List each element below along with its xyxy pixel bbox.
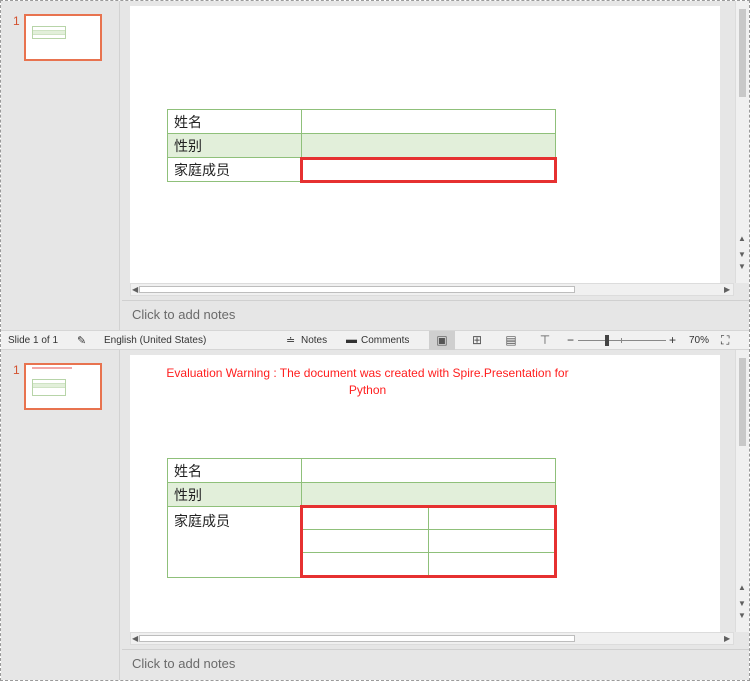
scroll-thumb[interactable] bbox=[139, 635, 575, 642]
scroll-thumb[interactable] bbox=[739, 9, 746, 97]
zoom-slider-handle[interactable] bbox=[605, 335, 609, 346]
table-row: 姓名 bbox=[167, 109, 556, 134]
bottom-editor-pane: 1 Evaluation Warning : The document was … bbox=[1, 350, 749, 680]
slide-editing-area: 姓名 性别 家庭成员 ▲ ▼ ▼ ◀ ▶ bbox=[122, 1, 749, 298]
notes-placeholder: Click to add notes bbox=[132, 307, 236, 322]
slide-counter: Slide 1 of 1 bbox=[8, 335, 59, 346]
top-editor-pane: 1 姓名 性别 家庭成员 ▲ ▼ ▼ ◀ ▶ Click to add note… bbox=[1, 1, 749, 330]
slide-thumbnail[interactable] bbox=[24, 363, 102, 410]
zoom-level[interactable]: 70% bbox=[689, 335, 709, 346]
table-cell-value[interactable] bbox=[301, 133, 556, 158]
scroll-down-icon[interactable]: ▼ bbox=[738, 612, 746, 620]
comments-button[interactable]: Comments bbox=[361, 335, 409, 346]
vertical-scrollbar[interactable]: ▲ ▼ ▼ bbox=[735, 1, 749, 283]
scroll-down-icon[interactable]: ▼ bbox=[738, 251, 746, 259]
table-cell-label[interactable]: 性别 bbox=[167, 482, 302, 507]
scroll-up-icon[interactable]: ▲ bbox=[738, 235, 746, 243]
thumbnail-table-preview bbox=[32, 379, 66, 396]
notes-icon[interactable]: ≐ bbox=[286, 334, 295, 347]
horizontal-scrollbar[interactable]: ◀ ▶ bbox=[130, 283, 734, 296]
scroll-left-icon[interactable]: ◀ bbox=[132, 633, 138, 644]
status-bar: Slide 1 of 1 ✎ English (United States) ≐… bbox=[1, 330, 749, 350]
slide-canvas[interactable]: Evaluation Warning : The document was cr… bbox=[130, 355, 720, 632]
slide-sorter-icon[interactable]: ⊞ bbox=[464, 331, 490, 350]
table-row: 性别 bbox=[167, 133, 556, 158]
notes-button[interactable]: Notes bbox=[301, 335, 327, 346]
table-cell-label[interactable]: 家庭成员 bbox=[167, 506, 302, 578]
horizontal-scrollbar[interactable]: ◀ ▶ bbox=[130, 632, 734, 645]
evaluation-warning: Evaluation Warning : The document was cr… bbox=[166, 366, 569, 397]
notes-pane[interactable]: Click to add notes bbox=[122, 649, 749, 677]
thumbnail-number: 1 bbox=[13, 14, 20, 28]
thumbnail-table-preview bbox=[32, 26, 66, 39]
scroll-right-icon[interactable]: ▶ bbox=[724, 284, 730, 295]
scroll-thumb[interactable] bbox=[739, 358, 746, 446]
scroll-right-icon[interactable]: ▶ bbox=[724, 633, 730, 644]
thumbnail-warning-preview bbox=[32, 367, 72, 369]
table-cell-label[interactable]: 姓名 bbox=[167, 458, 302, 483]
table-cell-label[interactable]: 家庭成员 bbox=[167, 157, 302, 182]
scroll-thumb[interactable] bbox=[139, 286, 575, 293]
zoom-slider-midmark bbox=[621, 338, 622, 343]
table-cell-value[interactable] bbox=[301, 482, 556, 507]
notes-pane[interactable]: Click to add notes bbox=[122, 300, 749, 328]
slide-editing-area: Evaluation Warning : The document was cr… bbox=[122, 350, 749, 647]
table-cell-value[interactable] bbox=[301, 109, 556, 134]
highlighted-cell-outline bbox=[300, 505, 557, 578]
scroll-up-icon[interactable]: ▲ bbox=[738, 584, 746, 592]
slide-thumbnail[interactable] bbox=[24, 14, 102, 61]
language-indicator[interactable]: English (United States) bbox=[104, 335, 206, 346]
table-cell-label[interactable]: 姓名 bbox=[167, 109, 302, 134]
spellcheck-icon[interactable]: ✎ bbox=[77, 334, 86, 347]
fit-to-window-icon[interactable]: ⛶ bbox=[721, 333, 729, 348]
thumbnail-number: 1 bbox=[13, 363, 20, 377]
normal-view-icon[interactable]: ▣ bbox=[429, 331, 455, 350]
table-row: 性别 bbox=[167, 482, 556, 507]
slide-thumbnail-panel: 1 bbox=[1, 350, 120, 680]
slide-canvas[interactable]: 姓名 性别 家庭成员 bbox=[130, 6, 720, 284]
scroll-down-icon[interactable]: ▼ bbox=[738, 263, 746, 271]
vertical-scrollbar[interactable]: ▲ ▼ ▼ bbox=[735, 350, 749, 632]
table-cell-label[interactable]: 性别 bbox=[167, 133, 302, 158]
notes-placeholder: Click to add notes bbox=[132, 656, 236, 671]
table-cell-value[interactable] bbox=[301, 458, 556, 483]
zoom-out-button[interactable]: − bbox=[567, 333, 574, 347]
scroll-left-icon[interactable]: ◀ bbox=[132, 284, 138, 295]
slide-thumbnail-panel: 1 bbox=[1, 1, 120, 330]
scroll-down-icon[interactable]: ▼ bbox=[738, 600, 746, 608]
reading-view-icon[interactable]: ▤ bbox=[498, 331, 524, 350]
slideshow-icon[interactable]: ⊤ bbox=[532, 331, 558, 350]
zoom-slider-track[interactable] bbox=[578, 340, 666, 341]
zoom-in-button[interactable]: + bbox=[669, 333, 676, 347]
highlighted-cell-outline bbox=[300, 157, 557, 183]
comments-icon[interactable]: ▬ bbox=[346, 334, 357, 346]
table-row: 姓名 bbox=[167, 458, 556, 483]
